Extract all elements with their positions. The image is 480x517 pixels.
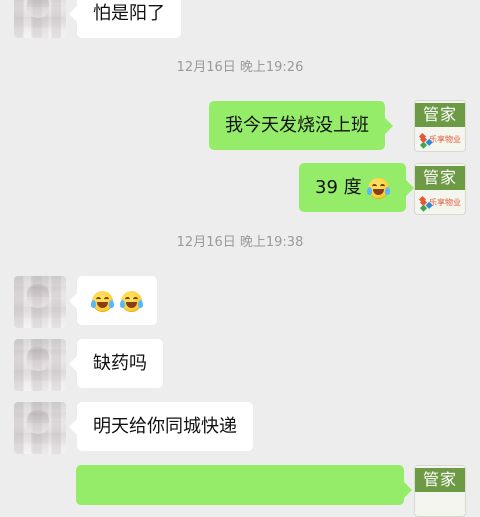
- manager-avatar-title: 管家: [415, 166, 465, 190]
- message-timestamp: 12月16日 晚上19:26: [176, 60, 304, 75]
- brand-logo-icon: [420, 134, 426, 146]
- contact-avatar[interactable]: [14, 402, 66, 454]
- message-bubble[interactable]: [76, 465, 412, 505]
- manager-avatar-title: 管家: [415, 468, 465, 492]
- message-bubble[interactable]: [69, 276, 157, 325]
- message-bubble[interactable]: 39 度: [299, 163, 415, 212]
- manager-avatar-brand: 乐享物业: [420, 194, 461, 211]
- chat-screen: 怕是阳了 12月16日 晚上19:26 我今天发烧没上班 管家 乐享物业 39 …: [0, 0, 480, 517]
- brand-logo-icon: [420, 197, 426, 209]
- manager-avatar[interactable]: 管家 乐享物业: [414, 163, 466, 215]
- message-bubble[interactable]: 缺药吗: [69, 339, 163, 388]
- crying-laughing-emoji-icon: [91, 290, 114, 312]
- crying-laughing-emoji-icon: [119, 290, 143, 312]
- manager-brand-name: 乐享物业: [429, 197, 461, 207]
- message-text: 明天给你同城快递: [93, 416, 237, 437]
- contact-avatar[interactable]: [14, 0, 66, 38]
- message-timestamp: 12月16日 晚上19:38: [176, 235, 304, 250]
- manager-avatar-brand: 乐享物业: [420, 131, 461, 148]
- contact-avatar[interactable]: [14, 276, 66, 328]
- message-text: 怕是阳了: [93, 3, 165, 24]
- manager-avatar[interactable]: 管家: [414, 465, 466, 517]
- contact-avatar[interactable]: [14, 339, 66, 391]
- message-text: 我今天发烧没上班: [225, 115, 369, 136]
- message-text: 缺药吗: [93, 353, 147, 374]
- message-bubble[interactable]: 怕是阳了: [69, 0, 181, 38]
- manager-avatar-title: 管家: [415, 103, 465, 127]
- message-bubble[interactable]: 我今天发烧没上班: [209, 101, 393, 150]
- message-text: 39 度: [315, 177, 362, 198]
- crying-laughing-emoji-icon: [367, 177, 391, 199]
- manager-brand-name: 乐享物业: [429, 134, 461, 144]
- message-bubble[interactable]: 明天给你同城快递: [69, 402, 253, 451]
- manager-avatar[interactable]: 管家 乐享物业: [414, 100, 466, 152]
